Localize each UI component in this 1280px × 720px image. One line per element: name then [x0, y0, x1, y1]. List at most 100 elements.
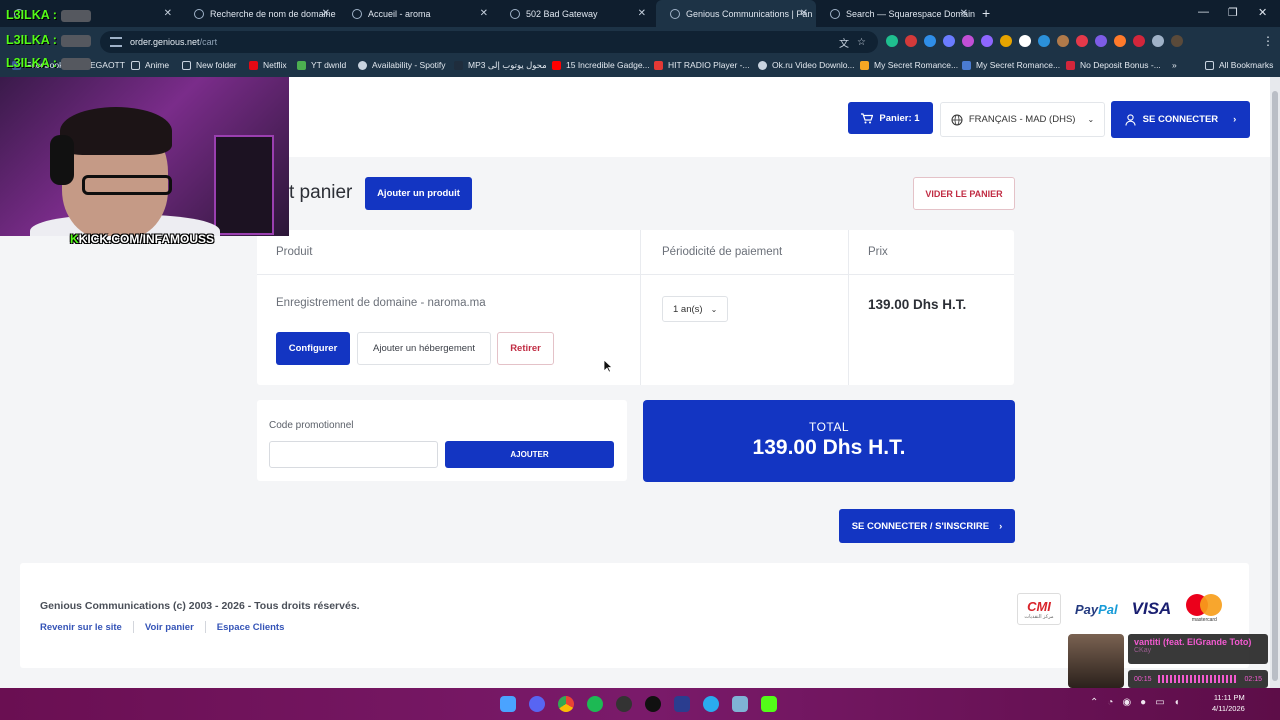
bookmark-item[interactable]: All Bookmarks — [1205, 60, 1273, 70]
close-tab-icon[interactable]: ✕ — [960, 8, 968, 19]
close-tab-icon[interactable]: ✕ — [322, 8, 330, 19]
discord-icon[interactable] — [529, 696, 545, 712]
close-tab-icon[interactable]: ✕ — [164, 8, 172, 19]
maximize-icon[interactable]: ❐ — [1228, 6, 1238, 19]
webcam-overlay — [0, 77, 289, 236]
browser-tab[interactable]: Search — Squarespace Domain ✕ — [816, 0, 976, 27]
more-bookmarks-chevron-icon[interactable]: » — [1172, 60, 1177, 70]
bookmark-item[interactable]: 15 Incredible Gadge... — [552, 60, 650, 70]
globe-icon — [758, 60, 767, 70]
tab-favicon-icon — [352, 8, 362, 19]
kick-app-icon[interactable] — [761, 696, 777, 712]
extension-icon[interactable] — [1038, 35, 1050, 47]
bookmark-star-icon[interactable]: ☆ — [857, 37, 866, 48]
bookmark-item[interactable]: New folder — [182, 60, 237, 70]
footer-link-cart[interactable]: Voir panier — [145, 622, 194, 633]
site-info-icon[interactable] — [110, 37, 122, 47]
globe-icon — [951, 114, 963, 125]
tray-app-icon[interactable]: ◔ — [1107, 697, 1113, 708]
extension-icon[interactable] — [1095, 35, 1107, 47]
billing-period-select[interactable]: 1 an(s) ⌄ — [662, 296, 728, 322]
extensions-bar — [886, 35, 1183, 47]
start-menu-icon[interactable] — [500, 696, 516, 712]
bookmark-item[interactable]: Availability - Spotify — [358, 60, 446, 70]
tray-discord-icon[interactable]: ◉ — [1122, 697, 1131, 708]
browser-tab[interactable]: Accueil - aroma ✕ — [338, 0, 496, 27]
extension-icon[interactable] — [1114, 35, 1126, 47]
add-hosting-button[interactable]: Ajouter un hébergement — [357, 332, 491, 365]
network-icon[interactable]: ▭ — [1155, 697, 1164, 708]
promo-code-input[interactable] — [269, 441, 438, 468]
app-icon[interactable] — [674, 696, 690, 712]
close-tab-icon[interactable]: ✕ — [480, 8, 488, 19]
bookmark-item[interactable]: My Secret Romance... — [860, 60, 958, 70]
url-path: /cart — [199, 37, 218, 47]
scrollbar-thumb[interactable] — [1272, 91, 1278, 681]
minimize-icon[interactable]: — — [1198, 6, 1209, 18]
extension-icon[interactable] — [1076, 35, 1088, 47]
extension-icon[interactable] — [1000, 35, 1012, 47]
mp3-icon — [454, 61, 463, 70]
extension-icon[interactable] — [943, 35, 955, 47]
song-elapsed-time: 00:15 — [1134, 675, 1152, 683]
add-product-button[interactable]: Ajouter un produit — [365, 177, 472, 210]
empty-cart-button[interactable]: VIDER LE PANIER — [913, 177, 1015, 210]
tray-chevron-up-icon[interactable]: ⌃ — [1090, 697, 1098, 708]
close-tab-icon[interactable]: ✕ — [638, 8, 646, 19]
browser-tab[interactable]: Recherche de nom de domaine ✕ — [180, 0, 338, 27]
footer-link-site[interactable]: Revenir sur le site — [40, 622, 122, 633]
app-icon[interactable] — [645, 696, 661, 712]
volume-icon[interactable]: ◖ — [1174, 697, 1180, 708]
extension-icon[interactable] — [1057, 35, 1069, 47]
extension-icon[interactable] — [1019, 35, 1031, 47]
extensions-puzzle-icon[interactable] — [1152, 35, 1164, 47]
diamond-icon — [1066, 60, 1075, 70]
bookmark-label: 15 Incredible Gadge... — [566, 60, 650, 70]
bookmark-item[interactable]: YT dwnld — [297, 60, 346, 70]
bookmark-item[interactable]: No Deposit Bonus -... — [1066, 60, 1161, 70]
browser-menu-icon[interactable]: ⋮ — [1262, 34, 1274, 48]
page-scrollbar[interactable] — [1270, 77, 1280, 688]
language-currency-selector[interactable]: FRANÇAIS - MAD (DHS) ⌄ — [940, 102, 1105, 137]
obs-icon[interactable] — [616, 696, 632, 712]
bookmark-item[interactable]: Anime — [131, 60, 169, 70]
bookmark-item[interactable]: MP3 محول يوتوب إلى — [454, 60, 547, 71]
extension-icon[interactable] — [886, 35, 898, 47]
close-tab-icon[interactable]: ✕ — [800, 8, 808, 19]
extension-icon[interactable] — [981, 35, 993, 47]
configure-button[interactable]: Configurer — [276, 332, 350, 365]
login-button[interactable]: SE CONNECTER › — [1111, 101, 1250, 138]
extension-icon[interactable] — [962, 35, 974, 47]
spotify-icon[interactable] — [587, 696, 603, 712]
app-icon[interactable] — [732, 696, 748, 712]
bookmark-label: No Deposit Bonus -... — [1080, 60, 1161, 70]
chrome-icon[interactable] — [558, 696, 574, 712]
remove-item-button[interactable]: Retirer — [497, 332, 554, 365]
microphone-icon[interactable]: ● — [1140, 697, 1146, 708]
bookmark-item[interactable]: Ok.ru Video Downlo... — [758, 60, 855, 70]
bookmark-item[interactable]: My Secret Romance... — [962, 60, 1060, 70]
new-tab-plus-icon[interactable]: + — [982, 5, 990, 21]
close-window-icon[interactable]: ✕ — [1258, 6, 1267, 19]
apply-promo-button[interactable]: AJOUTER — [445, 441, 614, 468]
browser-tab-active[interactable]: Genious Communications | Pan ✕ — [656, 0, 816, 27]
telegram-icon[interactable] — [703, 696, 719, 712]
extension-icon[interactable] — [905, 35, 917, 47]
url-omnibox[interactable]: order.genious.net/cart 文 ☆ — [100, 31, 878, 53]
bookmark-item[interactable]: Netflix — [249, 60, 287, 70]
globe-icon — [358, 60, 367, 70]
checkout-login-button[interactable]: SE CONNECTER / S'INSCRIRE › — [839, 509, 1015, 543]
browser-tab[interactable]: 502 Bad Gateway ✕ — [496, 0, 654, 27]
extension-icon[interactable] — [924, 35, 936, 47]
footer-link-client-area[interactable]: Espace Clients — [217, 622, 285, 633]
cart-button[interactable]: Panier: 1 — [848, 102, 933, 134]
audio-waveform — [1157, 675, 1239, 683]
visa-logo: VISA — [1131, 599, 1172, 618]
translate-icon[interactable]: 文 — [839, 35, 849, 50]
profile-avatar-icon[interactable] — [1171, 35, 1183, 47]
bookmark-item[interactable]: HIT RADIO Player -... — [654, 60, 750, 70]
bookmark-item[interactable]: EGAOTT — [90, 60, 125, 70]
billing-period-value: 1 an(s) — [673, 303, 703, 315]
taskbar-clock[interactable]: 11:11 PM 4/11/2026 — [1212, 692, 1245, 714]
extension-icon[interactable] — [1133, 35, 1145, 47]
